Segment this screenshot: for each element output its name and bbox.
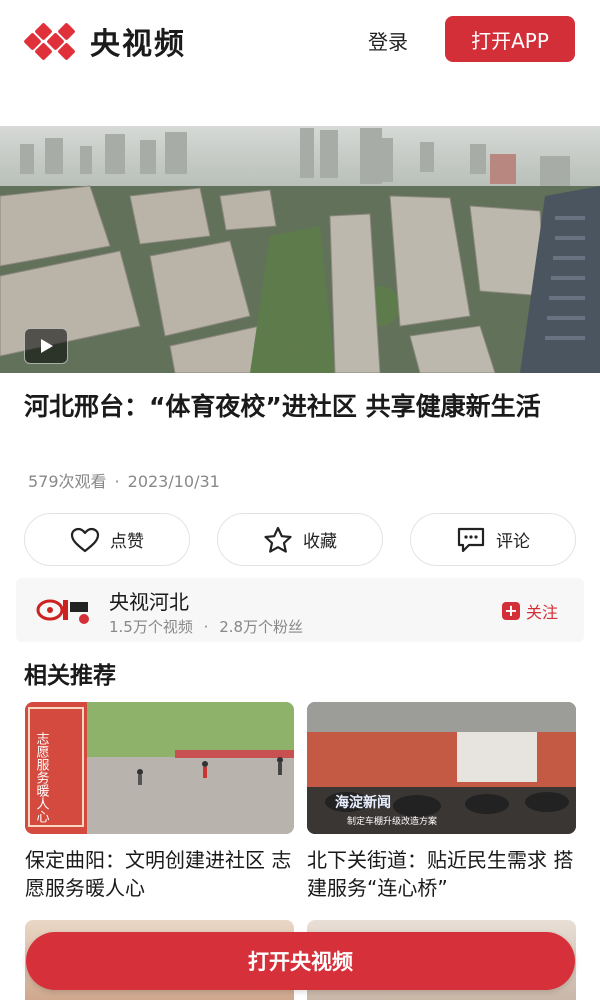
related-overlay-sub-2: 制定车棚升级改造方案: [347, 815, 437, 827]
follow-button[interactable]: + 关注: [502, 599, 558, 623]
related-overlay-title-2: 海淀新闻: [335, 794, 391, 811]
logo-text: 央视频: [90, 27, 186, 62]
open-app-button[interactable]: 打开APP: [445, 16, 575, 62]
action-bar: 点赞 收藏 评论: [24, 513, 576, 566]
channel-name[interactable]: 央视河北: [109, 586, 189, 615]
view-count: 579次观看: [28, 472, 107, 491]
video-title: 河北邢台：“体育夜校”进社区 共享健康新生活: [24, 392, 541, 421]
related-thumbnail-image-2: 海淀新闻 制定车棚升级改造方案: [307, 702, 576, 834]
channel-fan-count: 2.8万个粉丝: [219, 618, 304, 636]
video-meta: 579次观看 · 2023/10/31: [28, 468, 220, 492]
related-card-1[interactable]: 志愿服务暖人心 保定曲阳：文明创建进社区 志愿服务暖人心: [25, 702, 294, 902]
plus-icon: +: [502, 602, 520, 620]
channel-stats-separator: ·: [203, 618, 209, 636]
related-heading: 相关推荐: [24, 663, 116, 689]
follow-label: 关注: [526, 603, 559, 622]
video-player[interactable]: [0, 126, 600, 373]
related-banner-text-1: 志愿服务暖人心: [34, 732, 50, 823]
open-cctv-app-button[interactable]: 打开央视频: [26, 932, 575, 990]
publish-date: 2023/10/31: [127, 472, 220, 491]
like-button[interactable]: 点赞: [24, 513, 190, 566]
comment-label: 评论: [496, 532, 530, 552]
app-logo[interactable]: 央视频: [23, 19, 186, 63]
star-icon: [264, 526, 292, 553]
play-icon: [41, 339, 53, 353]
comment-button[interactable]: 评论: [410, 513, 576, 566]
play-button[interactable]: [24, 328, 68, 364]
logo-mark-icon: [23, 22, 78, 61]
related-thumbnail-2[interactable]: 海淀新闻 制定车棚升级改造方案: [307, 702, 576, 834]
favorite-button[interactable]: 收藏: [217, 513, 383, 566]
channel-card[interactable]: 央视河北 1.5万个视频 · 2.8万个粉丝 + 关注: [16, 578, 584, 642]
meta-separator: ·: [114, 472, 120, 491]
channel-video-count: 1.5万个视频: [109, 618, 193, 636]
related-card-2[interactable]: 海淀新闻 制定车棚升级改造方案 北下关街道：贴近民生需求 搭建服务“连心桥”: [307, 702, 576, 902]
top-bar: 央视频 登录 打开APP: [0, 0, 600, 82]
login-link[interactable]: 登录: [368, 26, 408, 55]
favorite-label: 收藏: [303, 532, 337, 552]
video-thumbnail: [0, 126, 600, 373]
related-thumbnail-1[interactable]: 志愿服务暖人心: [25, 702, 294, 834]
like-label: 点赞: [110, 532, 144, 552]
related-title-1[interactable]: 保定曲阳：文明创建进社区 志愿服务暖人心: [25, 846, 294, 902]
related-title-2[interactable]: 北下关街道：贴近民生需求 搭建服务“连心桥”: [307, 846, 576, 902]
channel-stats: 1.5万个视频 · 2.8万个粉丝: [109, 616, 303, 637]
related-thumbnail-image-1: 志愿服务暖人心: [25, 702, 294, 834]
channel-avatar[interactable]: [36, 592, 92, 628]
comment-icon: [457, 527, 485, 552]
heart-icon: [70, 527, 100, 552]
